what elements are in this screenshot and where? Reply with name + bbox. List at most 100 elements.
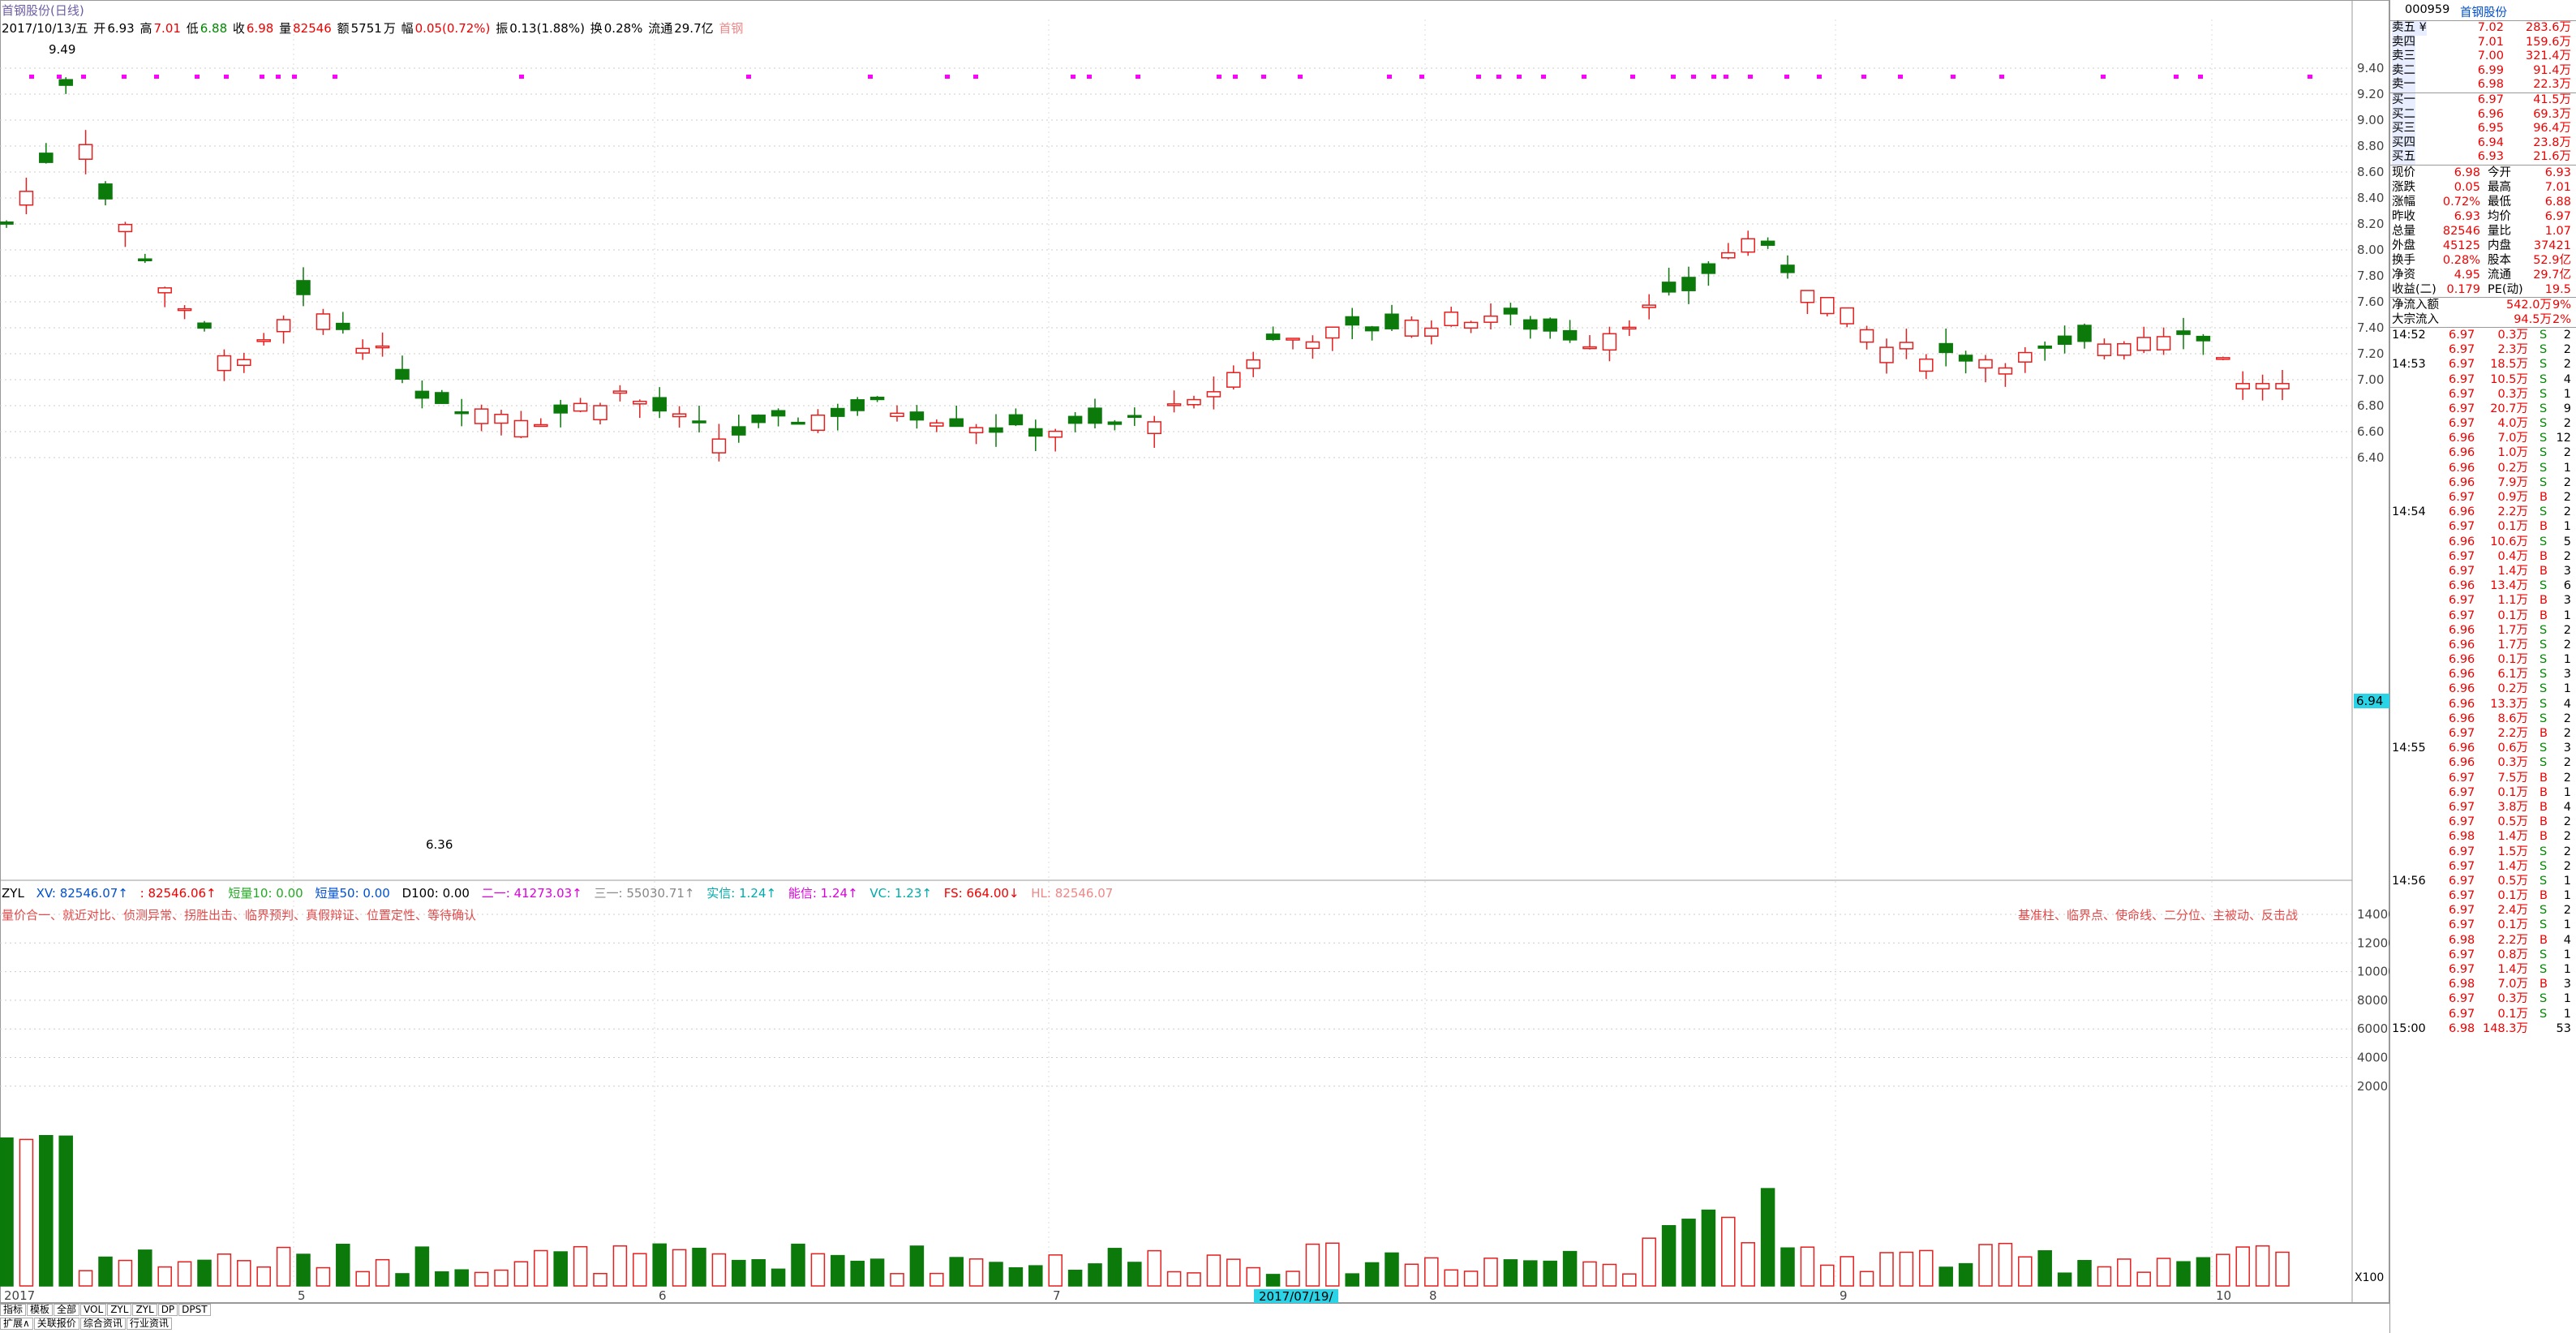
volume-bar	[217, 1253, 232, 1287]
tick-cell: 6.97	[2449, 608, 2475, 622]
volume-bar	[1681, 1219, 1696, 1287]
signal-marker	[868, 75, 873, 79]
indicator-tab[interactable]: 全部	[54, 1304, 80, 1316]
tick-cell: 3	[2563, 978, 2571, 991]
signal-marker	[1630, 75, 1635, 79]
tick-list[interactable]: 14:52 6.97 0.3万 S 2 6.97 2.3万 S 2 14:53 6.97 18.5万 S…	[2390, 328, 2576, 1036]
tick-cell: 2.2万	[2497, 933, 2528, 947]
info-tab[interactable]: 综合资讯	[79, 1318, 126, 1330]
tick-cell: 148.3万	[2482, 1021, 2528, 1035]
signal-marker	[1999, 75, 2004, 79]
buy-label: 买二	[2392, 107, 2415, 123]
candle-body	[1582, 346, 1597, 350]
tick-row: 6.97 7.5万 B 2	[2390, 771, 2576, 785]
hdr-flt: 29.7亿	[674, 21, 714, 36]
indicator-tab[interactable]: 模板	[27, 1304, 54, 1316]
candle-body	[474, 408, 489, 424]
candle-body	[2216, 357, 2230, 360]
indicator-tab[interactable]: 指标	[0, 1304, 27, 1316]
volume-bar	[810, 1253, 826, 1287]
quote-row: 涨跌 0.05 最高 7.01	[2390, 180, 2576, 195]
candle-body	[2097, 343, 2112, 356]
chart-frame	[0, 0, 2389, 1303]
quote-cell: 均价	[2488, 209, 2511, 223]
tick-cell: 5	[2563, 535, 2571, 548]
ind-name[interactable]: ZYL	[2, 886, 24, 901]
indicator-tab[interactable]: DPST	[178, 1304, 211, 1316]
tick-row: 14:55 6.96 0.6万 S 3	[2390, 741, 2576, 755]
indicator-tab[interactable]: VOL	[80, 1304, 107, 1316]
quote-row: 收益(二) 0.179 PE(动) 19.5	[2390, 282, 2576, 297]
volume-bar	[949, 1257, 964, 1287]
hdr-chg-label: 幅	[401, 21, 414, 36]
sell-label: 卖二	[2392, 63, 2415, 79]
sell-volume: 159.6万	[2525, 35, 2571, 49]
volume-axis-label: 12000	[2357, 935, 2389, 950]
signal-marker	[1724, 75, 1728, 79]
quote-row: 总量 82546 量比 1.07	[2390, 224, 2576, 239]
kline-chart[interactable]: 9.40 9.20 9.00 8.80 8.60 8.40 8.20 8.00 7.80 7.60…	[0, 0, 2389, 1333]
tick-row: 6.97 3.8万 B 4	[2390, 800, 2576, 815]
tick-cell: B	[2540, 594, 2548, 608]
indicator-tab[interactable]: ZYL	[132, 1304, 157, 1316]
tick-row: 6.97 2.4万 S 2	[2390, 903, 2576, 918]
sell-volume: 321.4万	[2525, 49, 2571, 63]
sell-price: 7.01	[2477, 35, 2504, 49]
volume-bar	[633, 1253, 647, 1287]
volume-bar	[672, 1249, 687, 1287]
info-tab[interactable]: 扩展∧	[0, 1318, 33, 1330]
tick-cell: B	[2540, 933, 2548, 947]
candle-body	[1246, 359, 1260, 369]
volume-bar	[2156, 1258, 2171, 1287]
signal-marker	[195, 75, 200, 79]
tick-cell: 2	[2563, 549, 2571, 563]
quote-cell: 6.98	[2454, 166, 2480, 179]
info-tab[interactable]: 行业资讯	[126, 1318, 172, 1330]
cursor-date-tag: 2017/07/19/	[1254, 1289, 1338, 1304]
tick-cell: 2	[2563, 358, 2571, 372]
tick-cell: 0.8万	[2497, 948, 2528, 961]
ind-k: FS: 664.00↓	[943, 886, 1020, 901]
candle-body	[2156, 336, 2171, 350]
candle-body	[177, 307, 192, 312]
sell-price: 6.99	[2477, 63, 2504, 77]
tick-row: 6.96 8.6万 S 2	[2390, 712, 2576, 726]
volume-bar	[157, 1266, 172, 1287]
candle-body	[1067, 415, 1083, 424]
tick-cell: 2	[2563, 859, 2571, 873]
indicator-tab[interactable]: ZYL	[107, 1304, 132, 1316]
quote-cell: 0.179	[2446, 282, 2480, 296]
candle-body	[1998, 367, 2013, 375]
candle-body	[217, 355, 232, 372]
flow-row: 大宗流入 94.5万 2%	[2390, 312, 2576, 327]
tick-cell: 1	[2563, 653, 2571, 667]
hdr-low: 6.88	[200, 21, 228, 36]
price-axis-label: 8.40	[2357, 191, 2384, 205]
indicator-tab[interactable]: DP	[157, 1304, 178, 1316]
volume-bar	[1404, 1263, 1419, 1287]
volume-bar	[1899, 1251, 1914, 1287]
volume-bar	[1840, 1256, 1854, 1287]
candle-body	[652, 397, 667, 412]
tick-cell: 6.96	[2449, 712, 2475, 725]
tick-row: 6.96 13.3万 S 4	[2390, 697, 2576, 712]
info-tab[interactable]: 关联报价	[33, 1318, 79, 1330]
volume-bar	[1246, 1266, 1260, 1287]
tick-cell: 6.96	[2449, 742, 2475, 755]
volume-bar	[989, 1262, 1003, 1287]
tick-row: 6.97 1.4万 B 3	[2390, 564, 2576, 578]
tick-cell: 6.1万	[2497, 668, 2528, 682]
candle-body	[58, 79, 73, 86]
tick-cell: 2	[2563, 475, 2571, 489]
tick-cell: S	[2540, 859, 2548, 873]
price-axis-label: 7.00	[2357, 372, 2384, 387]
tick-row: 6.98 1.4万 B 2	[2390, 829, 2576, 844]
signal-marker	[1541, 75, 1546, 79]
volume-bar	[2216, 1253, 2230, 1287]
candle-body	[1642, 304, 1656, 308]
tick-row: 6.97 0.8万 S 1	[2390, 948, 2576, 962]
candle-body	[78, 144, 93, 160]
tick-cell: 6.97	[2449, 343, 2475, 357]
signal-marker	[2198, 75, 2203, 79]
volume-bar	[1385, 1252, 1399, 1287]
